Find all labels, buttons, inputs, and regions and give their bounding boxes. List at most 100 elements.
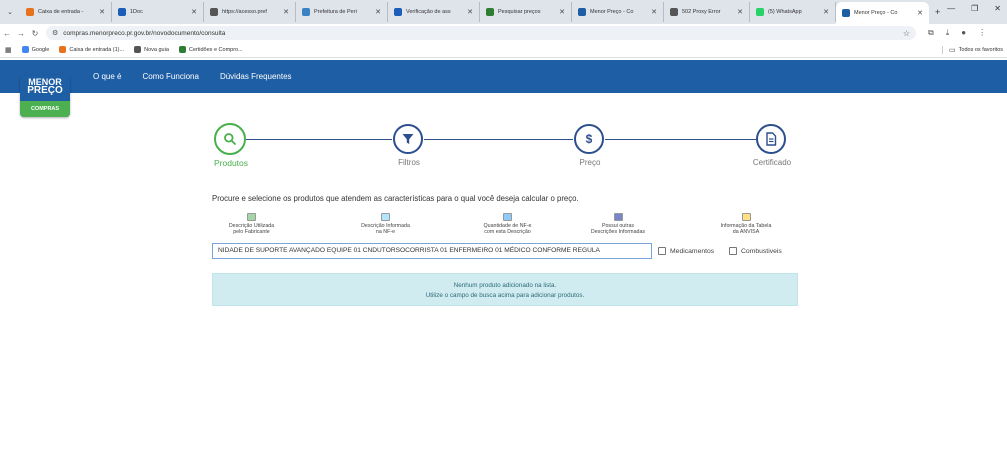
close-tab-icon[interactable]: ✕ — [737, 8, 743, 16]
browser-tab[interactable]: Pesquisar preços ✕ — [480, 2, 572, 22]
close-tab-icon[interactable]: ✕ — [191, 8, 197, 16]
apps-icon[interactable]: ▦ — [0, 46, 17, 54]
legend-item-nfe: Descrição Informada na NF-e — [348, 213, 423, 235]
legend-item-anvisa: Informação da Tabela da ANVISA — [706, 213, 786, 235]
legend-line2: na NF-e — [375, 229, 396, 235]
checkbox-box[interactable] — [658, 247, 666, 255]
step-produtos[interactable] — [214, 123, 246, 155]
step-filtros[interactable] — [393, 124, 423, 154]
address-text: compras.menorpreco.pr.gov.br/novodocumen… — [63, 29, 226, 37]
close-tab-icon[interactable]: ✕ — [375, 8, 381, 16]
tab-favicon-icon — [578, 8, 586, 16]
legend-line2: Descrições Informadas — [590, 229, 646, 235]
browser-tab[interactable]: https://acesso.pref ✕ — [204, 2, 296, 22]
tab-title: 1Doc — [130, 9, 143, 15]
bookmark-star-icon[interactable]: ☆ — [903, 29, 910, 38]
tab-favicon-icon — [670, 8, 678, 16]
bookmark-label: Nova guia — [144, 46, 169, 53]
step-label-filtros: Filtros — [398, 158, 420, 167]
step-connector — [424, 139, 573, 140]
minimize-icon[interactable]: — — [947, 4, 955, 13]
tab-favicon-icon — [486, 8, 494, 16]
menu-icon[interactable]: ⋮ — [978, 28, 986, 38]
close-tab-icon[interactable]: ✕ — [559, 8, 565, 16]
site-info-icon[interactable]: ⚙ — [52, 29, 58, 37]
legend-swatch — [741, 213, 751, 221]
close-tab-icon[interactable]: ✕ — [99, 8, 105, 16]
new-tab-button[interactable]: + — [929, 7, 946, 17]
bookmark-label: Certidões e Compro... — [188, 46, 243, 53]
tab-title: Caixa de entrada - — [38, 9, 84, 15]
step-connector — [246, 139, 392, 140]
bookmark-item[interactable]: Caixa de entrada (1)... — [54, 46, 129, 53]
combustiveis-checkbox[interactable]: Combustiveis — [729, 247, 782, 255]
close-tab-icon[interactable]: ✕ — [467, 8, 473, 16]
bookmark-item[interactable]: Certidões e Compro... — [174, 46, 248, 53]
tab-favicon-icon — [756, 8, 764, 16]
bookmark-item[interactable]: Nova guia — [129, 46, 174, 53]
legend-item-outras: Possui outras Descrições Informadas — [578, 213, 658, 235]
forward-icon[interactable]: → — [14, 29, 28, 38]
download-icon[interactable]: ⤓ — [946, 28, 950, 38]
product-search-input[interactable]: NIDADE DE SUPORTE AVANÇADO EQUIPE 01 CND… — [212, 243, 652, 259]
nav-duvidas-frequentes[interactable]: Dúvidas Frequentes — [220, 72, 292, 81]
bookmark-favicon-icon — [178, 46, 186, 53]
search-icon — [224, 133, 236, 145]
legend-swatch — [247, 213, 256, 221]
tab-title: Verificação de ass — [406, 9, 451, 15]
all-bookmarks[interactable]: ▭ Todos os favoritos — [942, 45, 1007, 54]
browser-tab[interactable]: Prefeitura de Peri ✕ — [296, 2, 388, 22]
back-icon[interactable]: ← — [0, 29, 14, 38]
legend-item-quantidade: Quantidade de NF-e com esta Descrição — [470, 213, 545, 235]
menor-preco-logo[interactable]: MENOR PREÇO COMPRAS — [20, 75, 70, 117]
close-tab-icon[interactable]: ✕ — [651, 8, 657, 16]
restore-icon[interactable]: ❐ — [971, 4, 978, 13]
tab-title: Pesquisar preços — [498, 9, 541, 15]
browser-tab[interactable]: Caixa de entrada - ✕ — [20, 2, 112, 22]
close-tab-icon[interactable]: ✕ — [917, 9, 923, 17]
step-certificado[interactable] — [756, 124, 786, 154]
legend-swatch — [503, 213, 512, 221]
legend-line2: pelo Fabricante — [233, 229, 270, 235]
browser-tab[interactable]: 502 Proxy Error ✕ — [664, 2, 750, 22]
browser-tab[interactable]: Menor Preço - Co ✕ — [836, 2, 929, 24]
tab-search-icon[interactable]: ⌄ — [0, 8, 20, 16]
browser-tab[interactable]: Verificação de ass ✕ — [388, 2, 480, 22]
dollar-icon: $ — [585, 132, 593, 146]
reload-icon[interactable]: ↻ — [28, 29, 42, 38]
browser-tab[interactable]: 1Doc ✕ — [112, 2, 204, 22]
legend-line2: com esta Descrição — [484, 229, 531, 235]
step-preco[interactable]: $ — [574, 124, 604, 154]
checkbox-box[interactable] — [729, 247, 737, 255]
profile-icon[interactable]: ● — [961, 28, 966, 38]
tab-favicon-icon — [210, 8, 218, 16]
window-controls: — ❐ ✕ — [947, 4, 1001, 13]
close-tab-icon[interactable]: ✕ — [823, 8, 829, 16]
close-tab-icon[interactable]: ✕ — [283, 8, 289, 16]
legend-line2: da ANVISA — [732, 229, 760, 235]
empty-product-list-alert: Nenhum produto adicionado na lista. Util… — [212, 273, 798, 306]
logo-band: COMPRAS — [20, 101, 70, 117]
nav-como-funciona[interactable]: Como Funciona — [142, 72, 198, 81]
step-connector — [605, 139, 757, 140]
filter-icon — [402, 134, 414, 144]
browser-tab[interactable]: Menor Preço - Co ✕ — [572, 2, 664, 22]
document-icon — [766, 132, 777, 146]
bookmarks-bar: ▦ Google Caixa de entrada (1)... Nova guia… — [0, 42, 1007, 58]
all-bookmarks-label: Todos os favoritos — [958, 46, 1003, 53]
legend-swatch — [381, 213, 390, 221]
medicamentos-checkbox[interactable]: Medicamentos — [658, 247, 714, 255]
bookmark-favicon-icon — [21, 46, 29, 53]
tab-title: Menor Preço - Co — [590, 9, 634, 15]
address-bar[interactable]: ⚙ compras.menorpreco.pr.gov.br/novodocum… — [46, 26, 916, 40]
extensions-icon[interactable]: ⧉ — [928, 28, 934, 38]
browser-tab[interactable]: (5) WhatsApp ✕ — [750, 2, 836, 22]
medicamentos-label: Medicamentos — [670, 247, 715, 255]
bookmark-item[interactable]: Google — [17, 46, 55, 53]
browser-tab-strip: ⌄ Caixa de entrada - ✕ 1Doc ✕ https://acesso… — [0, 0, 1007, 24]
step-label-preco: Preço — [579, 158, 601, 167]
nav-o-que-e[interactable]: O que é — [93, 72, 121, 81]
legend-item-fabricante: Descrição Utilizada pelo Fabricante — [214, 213, 289, 235]
close-window-icon[interactable]: ✕ — [994, 4, 1001, 13]
empty-line2: Utilize o campo de busca acima para adic… — [425, 292, 585, 299]
